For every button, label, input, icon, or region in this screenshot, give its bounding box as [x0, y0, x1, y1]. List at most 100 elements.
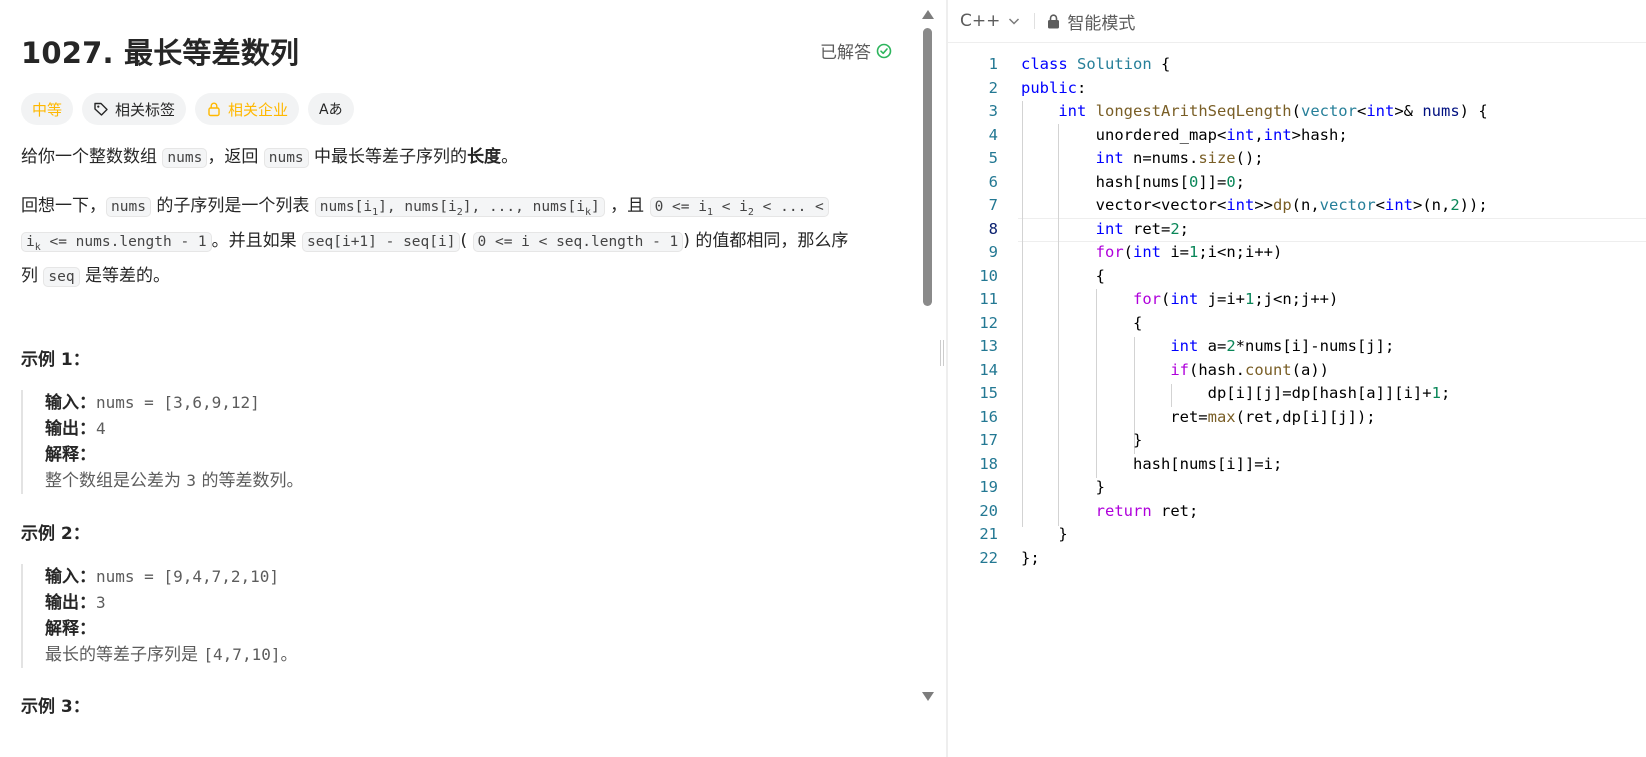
code-line: 14 if(hash.count(a)): [948, 359, 1646, 383]
explain-label: 解释：: [45, 445, 96, 465]
line-number: 18: [979, 454, 998, 473]
line-number: 13: [979, 337, 998, 355]
problem-title[interactable]: 1027. 最长等差数列: [21, 30, 299, 72]
line-number: 20: [979, 501, 998, 520]
editor-toolbar: C++ 智能模式: [948, 0, 1646, 43]
output-value: 3: [96, 593, 106, 612]
toolbar-separator: [1034, 13, 1036, 29]
line-number: 4: [988, 125, 998, 144]
code-line: 6 hash[nums[0]]=0;: [948, 171, 1646, 195]
input-label: 输入：: [45, 567, 96, 587]
example-3-title: 示例 3：: [21, 697, 90, 717]
line-number: 8: [988, 219, 998, 238]
related-tags-button[interactable]: 相关标签: [82, 93, 187, 125]
desc-text: 。: [501, 147, 519, 167]
scroll-down-arrow[interactable]: [922, 692, 934, 701]
code-line: 10 {: [948, 265, 1646, 289]
line-number: 1: [988, 55, 998, 73]
language-selector[interactable]: C++: [960, 11, 1020, 31]
line-number: 3: [988, 102, 998, 120]
input-value: nums = [9,4,7,2,10]: [96, 567, 280, 586]
lock-icon: [208, 102, 220, 117]
line-number: 14: [979, 360, 998, 379]
desc-bold: 长度: [467, 147, 502, 167]
related-companies-button[interactable]: 相关企业: [195, 93, 300, 125]
related-companies-label: 相关企业: [228, 100, 289, 119]
code-line: 11 for(int j=i+1;j<n;j++): [948, 288, 1646, 312]
explain-code: 3: [186, 471, 197, 490]
explain-text: 整个数组是公差为: [45, 471, 187, 491]
desc-text: 回想一下，: [21, 196, 106, 216]
inline-code: nums[i1], nums[i2], ..., nums[ik]: [314, 197, 605, 218]
mode-label: 智能模式: [1067, 13, 1136, 34]
code-line: 5 int n=nums.size();: [948, 147, 1646, 171]
code-line: 15 dp[i][j]=dp[hash[a]][i]+1;: [948, 382, 1646, 406]
output-value: 4: [96, 419, 106, 438]
code-line: 12 {: [948, 312, 1646, 336]
code-line: 18 hash[nums[i]]=i;: [948, 453, 1646, 477]
inline-code: nums: [263, 148, 309, 168]
line-number: 11: [979, 290, 998, 308]
scroll-up-arrow[interactable]: [922, 10, 934, 19]
code-line: 8 int ret=2;: [948, 218, 1646, 242]
line-number: 19: [979, 478, 998, 496]
resize-handle[interactable]: [940, 340, 944, 366]
example-1-block: 输入：nums = [3,6,9,12] 输出：4 解释： 整个数组是公差为 3…: [21, 390, 881, 494]
desc-text: 。并且如果: [211, 230, 303, 251]
code-line: 4 unordered_map<int,int>hash;: [948, 124, 1646, 148]
difficulty-label: 中等: [32, 100, 63, 119]
explain-text: 。: [280, 645, 298, 665]
explain-text: 的等差数列。: [196, 471, 304, 491]
translate-icon: Aあ: [319, 102, 343, 118]
inline-code: 0 <= i1 < i2 < ... <: [649, 197, 829, 218]
inline-code: 0 <= i < seq.length - 1: [472, 231, 684, 252]
input-label: 输入：: [45, 393, 96, 413]
code-line: 13 int a=2*nums[i]-nums[j];: [948, 335, 1646, 359]
line-number: 2: [988, 78, 998, 97]
desc-text: 中最长等差子序列的: [308, 147, 468, 167]
translate-button[interactable]: Aあ: [308, 93, 354, 125]
input-value: nums = [3,6,9,12]: [96, 393, 260, 412]
code-line: 21 }: [948, 523, 1646, 547]
smart-mode-toggle[interactable]: 智能模式: [1047, 9, 1135, 34]
output-label: 输出：: [45, 419, 96, 439]
line-number: 17: [979, 431, 998, 449]
tag-icon: [94, 102, 108, 116]
explain-label: 解释：: [45, 619, 96, 639]
desc-text: 的子序列是一个列表: [150, 196, 315, 216]
related-tags-label: 相关标签: [115, 100, 176, 119]
chevron-down-icon: [1009, 18, 1020, 25]
lock-icon: [1048, 13, 1060, 28]
code-line: 2 public:: [948, 77, 1646, 101]
line-number: 15: [979, 384, 998, 402]
line-number: 5: [988, 149, 998, 167]
example-2-title: 示例 2：: [21, 524, 90, 544]
problem-description-pane: 1027. 最长等差数列 已解答 中等 相关标签 相关企业 Aあ 给你一个整数数…: [0, 0, 965, 757]
scrollbar-thumb[interactable]: [923, 28, 932, 306]
description-paragraph-1: 给你一个整数数组 nums ，返回 nums 中最长等差子序列的长度。: [21, 143, 941, 172]
difficulty-badge: 中等: [21, 93, 74, 125]
line-number: 9: [988, 243, 998, 261]
desc-text: ，且: [604, 196, 650, 216]
desc-text: 列: [21, 265, 44, 286]
check-circle-icon: [876, 43, 892, 58]
desc-text: (: [460, 230, 473, 251]
inline-code: ik <= nums.length - 1: [21, 231, 212, 253]
desc-text: 给你一个整数数组: [21, 147, 163, 167]
explain-code: [4,7,10]: [203, 645, 281, 664]
line-number: 16: [979, 407, 998, 426]
tag-row: 中等 相关标签 相关企业 Aあ: [21, 93, 354, 125]
description-paragraph-2: 回想一下， nums 的子序列是一个列表 nums[i1], nums[i2], …: [21, 192, 941, 291]
inline-code: seq[i+1] - seq[i]: [302, 231, 461, 252]
code-editor-pane: C++ 智能模式 1 class Solution { 2 public: 3 in…: [948, 0, 1646, 757]
solved-label: 已解答: [820, 43, 871, 63]
code-line: 1 class Solution {: [948, 53, 1646, 77]
inline-code: seq: [43, 266, 80, 287]
line-number: 10: [979, 266, 998, 285]
inline-code: nums: [106, 197, 151, 217]
code-line: 19 }: [948, 476, 1646, 500]
code-line: 3 int longestArithSeqLength(vector<int>&…: [948, 100, 1646, 124]
inline-code: nums: [162, 148, 208, 168]
solved-status: 已解答: [820, 38, 892, 63]
line-number: 12: [979, 313, 998, 332]
